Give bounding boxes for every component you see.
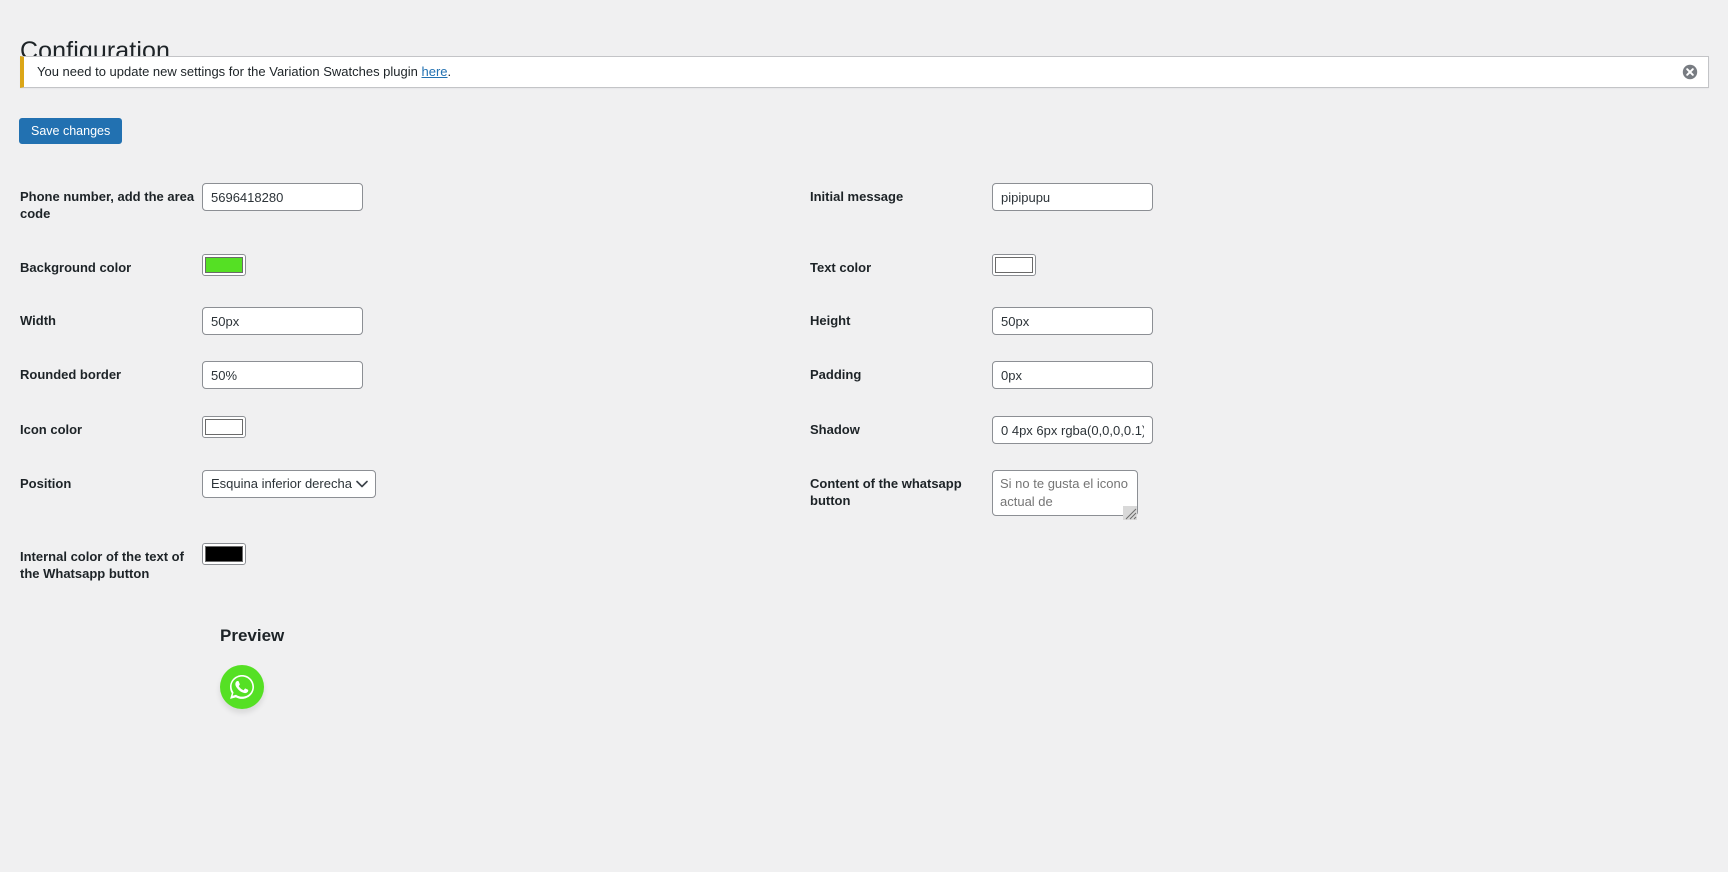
- field-label: Text color: [810, 260, 872, 275]
- field-phone-number: Phone number, add the area code: [20, 183, 790, 222]
- field-control: [992, 254, 1580, 276]
- field-background-color: Background color: [20, 254, 790, 276]
- field-initial-message: Initial message: [810, 183, 1580, 211]
- field-control: [992, 183, 1580, 211]
- padding-input[interactable]: [992, 361, 1153, 389]
- resize-handle-icon[interactable]: [1123, 506, 1137, 520]
- field-width: Width: [20, 307, 790, 335]
- close-circle-icon[interactable]: [1682, 64, 1698, 80]
- field-icon-color: Icon color: [20, 416, 790, 438]
- whatsapp-icon: [227, 672, 257, 702]
- field-control: [202, 361, 790, 389]
- shadow-input[interactable]: [992, 416, 1153, 444]
- field-label: Rounded border: [20, 367, 122, 382]
- field-rounded-border: Rounded border: [20, 361, 790, 389]
- color-chip: [205, 419, 243, 435]
- field-label: Icon color: [20, 422, 83, 437]
- text-color-swatch[interactable]: [992, 254, 1036, 276]
- field-position: Position Esquina inferior derecha: [20, 470, 790, 503]
- field-shadow: Shadow: [810, 416, 1580, 444]
- field-control: Esquina inferior derecha: [202, 470, 790, 503]
- field-label: Background color: [20, 260, 132, 275]
- position-select-wrap: Esquina inferior derecha: [202, 470, 376, 498]
- width-input[interactable]: [202, 307, 363, 335]
- field-label: Content of the whatsapp button: [810, 476, 962, 508]
- rounded-border-input[interactable]: [202, 361, 363, 389]
- field-label: Internal color of the text of the Whatsa…: [20, 549, 184, 581]
- phone-number-input[interactable]: [202, 183, 363, 211]
- field-label: Padding: [810, 367, 862, 382]
- field-whatsapp-content: Content of the whatsapp button: [810, 470, 1580, 521]
- color-chip: [205, 257, 243, 273]
- notice-message: You need to update new settings for the …: [24, 62, 451, 82]
- field-control: [202, 416, 790, 438]
- field-control: [202, 183, 790, 211]
- field-control: [992, 307, 1580, 335]
- preview-section: Preview: [220, 625, 285, 710]
- notice-text-before: You need to update new settings for the …: [37, 64, 422, 80]
- field-text-color: Text color: [810, 254, 1580, 276]
- icon-color-swatch[interactable]: [202, 416, 246, 438]
- field-internal-text-color: Internal color of the text of the Whatsa…: [20, 543, 790, 582]
- field-label: Position: [20, 476, 72, 491]
- field-control: [202, 543, 790, 565]
- field-label: Height: [810, 313, 851, 328]
- configuration-page: Configuration You need to update new set…: [0, 0, 1728, 872]
- update-notice: You need to update new settings for the …: [20, 56, 1709, 88]
- preview-title: Preview: [220, 626, 285, 645]
- field-control: [202, 254, 790, 276]
- field-label: Width: [20, 313, 56, 328]
- height-input[interactable]: [992, 307, 1153, 335]
- field-height: Height: [810, 307, 1580, 335]
- field-control: [992, 470, 1580, 521]
- color-chip: [995, 257, 1033, 273]
- field-control: [992, 416, 1580, 444]
- internal-text-color-swatch[interactable]: [202, 543, 246, 565]
- initial-message-input[interactable]: [992, 183, 1153, 211]
- field-padding: Padding: [810, 361, 1580, 389]
- whatsapp-preview-button[interactable]: [220, 665, 264, 710]
- notice-here-link[interactable]: here: [421, 64, 447, 79]
- field-label: Initial message: [810, 189, 904, 204]
- whatsapp-content-textarea[interactable]: [992, 470, 1138, 516]
- field-label: Phone number, add the area code: [20, 189, 195, 221]
- color-chip: [205, 546, 243, 562]
- position-select[interactable]: Esquina inferior derecha: [202, 470, 376, 498]
- field-label: Shadow: [810, 422, 860, 437]
- field-control: [992, 361, 1580, 389]
- field-control: [202, 307, 790, 335]
- background-color-swatch[interactable]: [202, 254, 246, 276]
- save-changes-button[interactable]: Save changes: [19, 118, 123, 144]
- notice-text-after: .: [447, 64, 452, 80]
